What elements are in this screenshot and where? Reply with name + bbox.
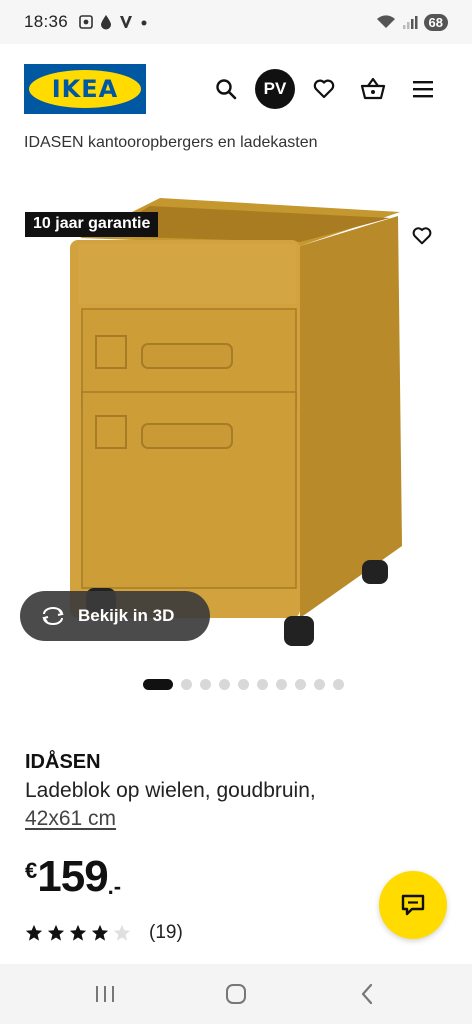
- logo-text: IKEA: [51, 75, 119, 103]
- menu-button[interactable]: [404, 70, 442, 108]
- product-size-link[interactable]: 42x61 cm: [25, 807, 116, 831]
- carousel-dot-4[interactable]: [219, 679, 230, 690]
- back-icon: [361, 983, 372, 1005]
- heart-icon: [313, 79, 335, 99]
- rating-count: (19): [149, 922, 183, 943]
- carousel-dot-9[interactable]: [314, 679, 325, 690]
- price-decimal: .-: [107, 874, 122, 899]
- price-integer: 159: [37, 852, 108, 901]
- price-currency: €: [25, 858, 38, 883]
- menu-icon: [413, 81, 433, 98]
- system-nav-bar: [0, 964, 472, 1024]
- view-3d-label: Bekijk in 3D: [78, 606, 175, 625]
- breadcrumb[interactable]: IDASEN kantooropbergers en ladekasten: [24, 134, 318, 152]
- carousel-dot-2[interactable]: [181, 679, 192, 690]
- view-3d-button[interactable]: Bekijk in 3D: [20, 591, 210, 641]
- logo-oval: IKEA: [29, 70, 141, 108]
- carousel-dot-6[interactable]: [257, 679, 268, 690]
- star-icon: [91, 924, 109, 941]
- carousel-dot-1[interactable]: [143, 679, 173, 690]
- warranty-badge: 10 jaar garantie: [25, 212, 159, 237]
- recents-icon: [96, 986, 115, 1002]
- carousel-dot-10[interactable]: [333, 679, 344, 690]
- heart-icon: [412, 227, 432, 245]
- chat-icon: [401, 894, 425, 916]
- dot-icon: [141, 20, 147, 26]
- status-time: 18:36: [24, 12, 69, 31]
- product-price: € 159 .-: [25, 852, 121, 902]
- product-name: IDÅSEN: [25, 751, 101, 773]
- battery-indicator: 68: [423, 13, 448, 31]
- favourites-button[interactable]: [305, 70, 343, 108]
- basket-icon: [360, 77, 386, 100]
- carousel-dot-5[interactable]: [238, 679, 249, 690]
- screenshot-icon: [79, 15, 93, 29]
- star-empty-icon: [113, 924, 131, 941]
- product-rating[interactable]: (19): [25, 922, 183, 944]
- star-icon: [25, 924, 43, 941]
- carousel-dots: [143, 679, 344, 690]
- search-button[interactable]: [207, 70, 245, 108]
- home-button[interactable]: [216, 974, 256, 1014]
- carousel-dot-3[interactable]: [200, 679, 211, 690]
- recents-button[interactable]: [85, 974, 125, 1014]
- site-header: IKEA PV: [0, 44, 472, 136]
- star-icon: [69, 924, 87, 941]
- back-button[interactable]: [347, 974, 387, 1014]
- signal-icon: [402, 16, 418, 29]
- chat-button[interactable]: [379, 871, 447, 939]
- product-favourite-button[interactable]: [400, 214, 444, 258]
- status-bar: 18:36 68: [0, 0, 472, 44]
- product-description: Ladeblok op wielen, goudbruin,: [25, 779, 316, 802]
- drop-icon: [101, 15, 112, 30]
- carousel-dot-8[interactable]: [295, 679, 306, 690]
- ikea-logo[interactable]: IKEA: [24, 64, 146, 114]
- star-icon: [47, 924, 65, 941]
- status-icons: [78, 14, 148, 30]
- profile-avatar[interactable]: PV: [255, 69, 295, 109]
- status-right: 68: [376, 13, 448, 31]
- wifi-icon: [376, 15, 395, 28]
- product-image-area[interactable]: [0, 176, 472, 656]
- product-image: [70, 198, 402, 646]
- home-icon: [225, 984, 246, 1004]
- search-icon: [216, 79, 237, 100]
- rotate-3d-icon: [42, 607, 64, 625]
- v-app-icon: [120, 16, 133, 28]
- carousel-dot-7[interactable]: [276, 679, 287, 690]
- cart-button[interactable]: [354, 70, 392, 108]
